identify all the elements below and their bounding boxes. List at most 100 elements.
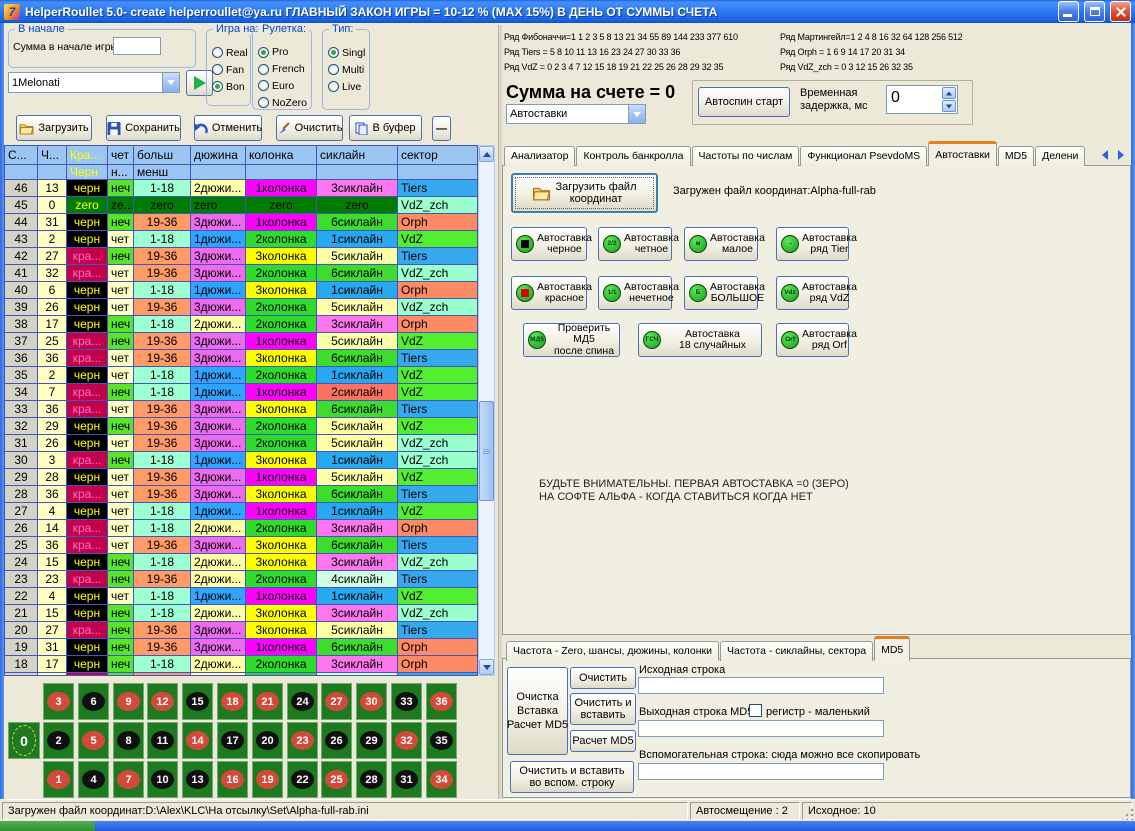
main-tab-7[interactable]: Делени: [1035, 146, 1085, 166]
table-scrollbar[interactable]: [478, 145, 495, 676]
roulette-cell-2[interactable]: 2: [43, 722, 74, 759]
table-row[interactable]: 352чернчет1-181дюжи...2колонка1сиклайнVd…: [5, 367, 477, 384]
chevron-down-icon[interactable]: [628, 105, 645, 123]
roulette-cell-30[interactable]: 30: [356, 683, 387, 720]
autobet-orf-row-button[interactable]: OrfАвтоставкаряд Orf: [776, 323, 849, 357]
title-bar[interactable]: 7 HelperRoullet 5.0- create helperroulle…: [0, 0, 1135, 23]
autobet-red-button[interactable]: Автоставкакрасное: [511, 276, 587, 310]
clear-paste-calc-button[interactable]: Очистка Вставка Расчет MD5: [507, 667, 568, 755]
roulette-cell-13[interactable]: 13: [182, 761, 213, 798]
resize-grip[interactable]: [1122, 808, 1134, 820]
autobet-even-button[interactable]: 2/2Автоставкачетное: [598, 227, 672, 261]
check-md5-after-spin-button[interactable]: МД5Проверить МД5после спина: [523, 323, 620, 357]
table-row[interactable]: 1817черннеч1-182дюжи...2колонка3сиклайнO…: [5, 656, 477, 673]
autobet-vdz-row-button[interactable]: VdzАвтоставкаряд VdZ: [776, 276, 849, 310]
mode-combobox[interactable]: Автоставки: [506, 104, 646, 124]
radio-multi[interactable]: Multi: [328, 63, 365, 76]
main-tab-4[interactable]: Функционал PsevdoMS: [800, 146, 927, 166]
roulette-cell-18[interactable]: 18: [217, 683, 248, 720]
autobet-18-random-button[interactable]: ГСЧАвтоставка18 случайных: [638, 323, 762, 357]
spin-down-button[interactable]: [942, 100, 956, 112]
aux-string-input[interactable]: [638, 763, 884, 780]
autobet-big-button[interactable]: БАвтоставкаБОЛЬШОЕ: [684, 276, 758, 310]
roulette-cell-27[interactable]: 27: [321, 683, 352, 720]
register-checkbox[interactable]: [749, 704, 762, 717]
roulette-cell-36[interactable]: 36: [426, 683, 457, 720]
roulette-cell-3[interactable]: 3: [43, 683, 74, 720]
table-row[interactable]: 1931черннеч19-363дюжи...1колонка6сиклайн…: [5, 639, 477, 656]
table-row[interactable]: 274чернчет1-181дюжи...1колонка1сиклайнVd…: [5, 503, 477, 520]
table-row[interactable]: 3126чернчет19-363дюжи...2колонка5сиклайн…: [5, 435, 477, 452]
autobet-small-button[interactable]: мАвтоставкамалое: [684, 227, 758, 261]
table-row[interactable]: 2928чернчет19-363дюжи...1колонка5сиклайн…: [5, 469, 477, 486]
roulette-cell-29[interactable]: 29: [356, 722, 387, 759]
table-row[interactable]: 2415черннеч1-182дюжи...3колонка3сиклайнV…: [5, 554, 477, 571]
table-row[interactable]: 2836кра...чет19-363дюжи...3колонка6сикла…: [5, 486, 477, 503]
table-row[interactable]: 2323кра...неч19-362дюжи...2колонка4сикла…: [5, 571, 477, 588]
table-row[interactable]: 4431черннеч19-363дюжи...1колонка6сиклайн…: [5, 214, 477, 231]
radio-nozero[interactable]: NoZero: [258, 96, 307, 109]
spin-up-button[interactable]: [942, 87, 956, 99]
radio-bon[interactable]: Bon: [212, 80, 246, 93]
table-row[interactable]: 3817черннеч1-182дюжи...2колонка3сиклайнO…: [5, 316, 477, 333]
roulette-cell-34[interactable]: 34: [426, 761, 457, 798]
roulette-cell-5[interactable]: 5: [78, 722, 109, 759]
table-row[interactable]: 347кра...неч1-181дюжи...1колонка2сиклайн…: [5, 384, 477, 401]
tab-scroll-right-button[interactable]: [1114, 147, 1128, 163]
table-row[interactable]: 303кра...неч1-181дюжи...3колонка1сиклайн…: [5, 452, 477, 469]
roulette-cell-31[interactable]: 31: [391, 761, 422, 798]
radio-live[interactable]: Live: [328, 80, 365, 93]
autospin-start-button[interactable]: Автоспин старт: [698, 87, 790, 117]
roulette-cell-4[interactable]: 4: [78, 761, 109, 798]
table-row[interactable]: 4132кра...чет19-363дюжи...2колонка6сикла…: [5, 265, 477, 282]
table-row[interactable]: 432чернчет1-181дюжи...2колонка1сиклайнVd…: [5, 231, 477, 248]
roulette-cell-19[interactable]: 19: [252, 761, 283, 798]
roulette-cell-16[interactable]: 16: [217, 761, 248, 798]
table-row[interactable]: 4227кра...неч19-363дюжи...3колонка5сикла…: [5, 248, 477, 265]
freq-tab-1[interactable]: Частота - Zero, шансы, дюжины, колонки: [506, 641, 719, 661]
roulette-cell-8[interactable]: 8: [113, 722, 144, 759]
roulette-cell-12[interactable]: 12: [147, 683, 178, 720]
minimize-button[interactable]: [1058, 1, 1079, 22]
roulette-cell-32[interactable]: 32: [391, 722, 422, 759]
table-row[interactable]: 2115черннеч1-182дюжи...3колонка3сиклайнV…: [5, 605, 477, 622]
clear-paste-aux-button[interactable]: Очистить и вставить во вспом. строку: [510, 761, 634, 793]
roulette-cell-17[interactable]: 17: [217, 722, 248, 759]
undo-button[interactable]: Отменить: [194, 115, 262, 141]
table-row[interactable]: 3336кра...чет19-363дюжи...3колонка6сикла…: [5, 401, 477, 418]
copy-to-buffer-button[interactable]: В буфер: [349, 115, 422, 141]
clear-button[interactable]: Очистить: [276, 115, 343, 141]
scrollbar-thumb[interactable]: [479, 401, 494, 501]
freq-tab-2[interactable]: Частота - сиклайны, сектора: [720, 641, 873, 661]
table-row[interactable]: 1723кра...неч19-362дюжи...2колонка4сикла…: [5, 673, 477, 676]
table-row[interactable]: 2536кра...чет19-363дюжи...3колонка6сикла…: [5, 537, 477, 554]
radio-real[interactable]: Real: [212, 46, 246, 59]
table-row[interactable]: 450zeroze...zerozerozerozeroVdZ_zch: [5, 197, 477, 214]
roulette-cell-10[interactable]: 10: [147, 761, 178, 798]
output-string-input[interactable]: [638, 720, 884, 737]
md5-calc-button[interactable]: Расчет MD5: [570, 730, 636, 752]
freq-tab-3[interactable]: MD5: [874, 636, 910, 661]
radio-fan[interactable]: Fan: [212, 63, 246, 76]
roulette-cell-24[interactable]: 24: [287, 683, 318, 720]
table-row[interactable]: 4613черннеч1-182дюжи...1колонка3сиклайнT…: [5, 180, 477, 197]
scroll-down-button[interactable]: [479, 659, 494, 675]
profile-combobox[interactable]: 1Melonati: [8, 72, 180, 93]
table-row[interactable]: 2614кра...чет1-182дюжи...2колонка3сиклай…: [5, 520, 477, 537]
radio-euro[interactable]: Euro: [258, 80, 307, 93]
taskbar[interactable]: [0, 821, 1135, 831]
roulette-cell-14[interactable]: 14: [182, 722, 213, 759]
tab-scroll-left-button[interactable]: [1098, 147, 1112, 163]
table-row[interactable]: 3926чернчет19-363дюжи...2колонка5сиклайн…: [5, 299, 477, 316]
md5-clear-paste-button[interactable]: Очистить и вставить: [570, 693, 636, 725]
main-tab-1[interactable]: Анализатор: [504, 146, 575, 166]
autobet-black-button[interactable]: Автоставкачерное: [511, 227, 587, 261]
radio-french[interactable]: French: [258, 63, 307, 76]
roulette-cell-28[interactable]: 28: [356, 761, 387, 798]
roulette-cell-15[interactable]: 15: [182, 683, 213, 720]
main-tab-5[interactable]: Автоставки: [928, 141, 997, 166]
load-button[interactable]: Загрузить: [16, 115, 92, 141]
table-row[interactable]: 2027кра...неч19-363дюжи...3колонка5сикла…: [5, 622, 477, 639]
roulette-cell-11[interactable]: 11: [147, 722, 178, 759]
roulette-cell-7[interactable]: 7: [113, 761, 144, 798]
